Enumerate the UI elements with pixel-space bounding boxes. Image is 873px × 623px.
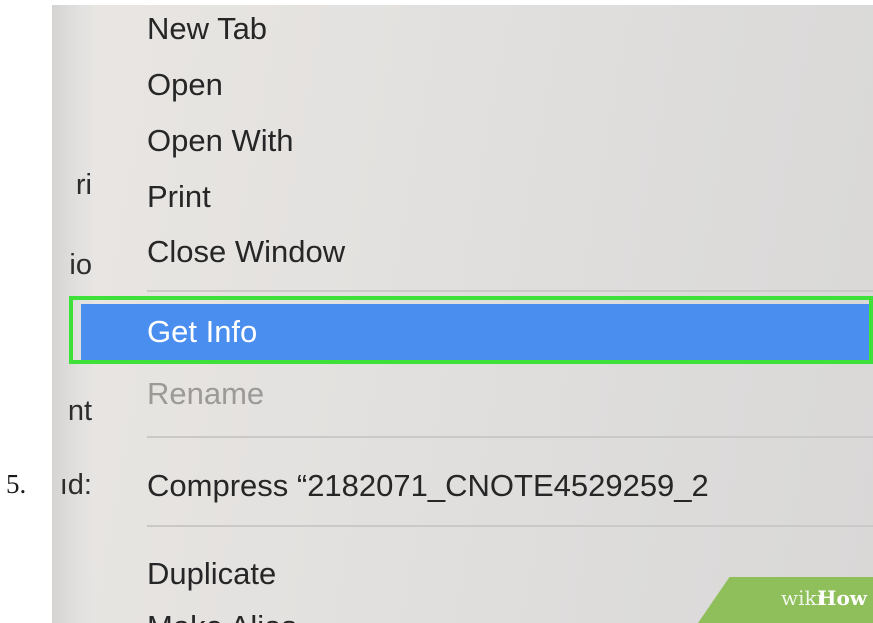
menu-item-duplicate[interactable]: Duplicate <box>147 558 276 589</box>
menu-separator <box>147 525 873 527</box>
menu-separator <box>147 290 873 292</box>
sidebar-fragment-4: ıd: <box>59 469 92 501</box>
menu-item-close-window[interactable]: Close Window <box>147 236 345 267</box>
watermark-how-text: How <box>817 586 867 610</box>
step-number: 5. <box>6 469 27 499</box>
menu-item-compress[interactable]: Compress “2182071_CNOTE4529259_2 <box>147 470 709 501</box>
sidebar-fragment-3: nt <box>67 395 92 427</box>
menu-item-open[interactable]: Open <box>147 69 223 100</box>
sidebar-fragment-2: io <box>69 249 92 281</box>
menu-item-print[interactable]: Print <box>147 181 211 212</box>
menu-item-new-tab[interactable]: New Tab <box>147 13 267 44</box>
sidebar-fragment-1: ri <box>75 169 92 201</box>
menu-item-open-with[interactable]: Open With <box>147 125 293 156</box>
menu-item-rename: Rename <box>147 376 265 411</box>
get-info-highlight-box <box>69 296 873 364</box>
menu-separator <box>147 436 873 438</box>
menu-item-make-alias[interactable]: Make Alias <box>147 611 297 623</box>
wikihow-watermark: wiki How <box>698 577 873 623</box>
